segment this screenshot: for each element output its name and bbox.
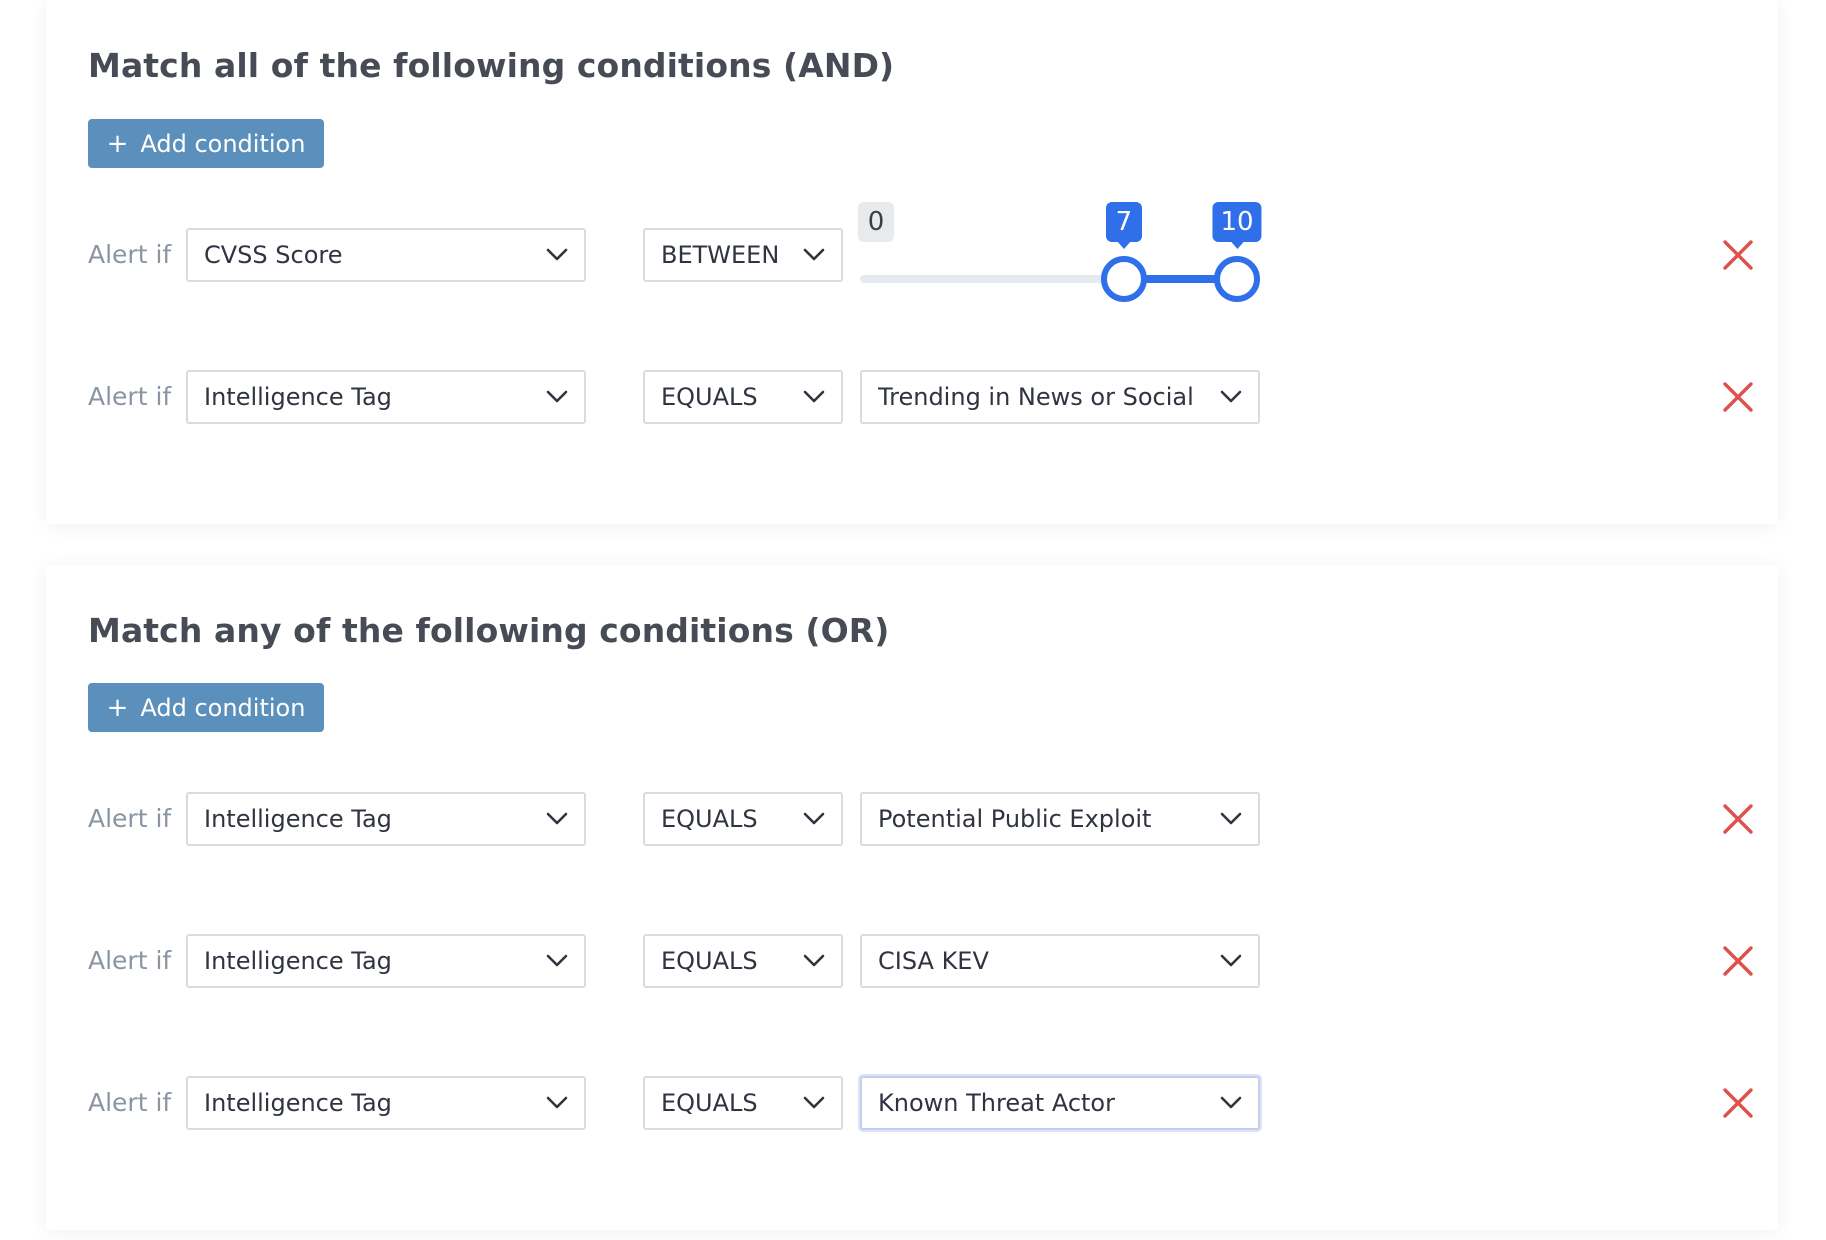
plus-icon: + xyxy=(106,128,129,159)
add-condition-button-or[interactable]: + Add condition xyxy=(88,683,324,732)
field-select-value: Intelligence Tag xyxy=(204,947,392,975)
slider-high-handle[interactable] xyxy=(1214,256,1260,302)
close-icon[interactable] xyxy=(1722,803,1754,835)
operator-select[interactable]: EQUALS xyxy=(643,792,843,846)
chevron-down-icon xyxy=(803,1096,825,1109)
field-select-value: Intelligence Tag xyxy=(204,383,392,411)
alert-if-label: Alert if xyxy=(88,804,172,833)
value-select[interactable]: CISA KEV xyxy=(860,934,1260,988)
slider-low-value-label: 7 xyxy=(1105,202,1142,249)
close-icon[interactable] xyxy=(1722,239,1754,271)
operator-select[interactable]: EQUALS xyxy=(643,1076,843,1130)
value-select-value: Trending in News or Social xyxy=(878,383,1194,411)
close-icon[interactable] xyxy=(1722,945,1754,977)
field-select[interactable]: CVSS Score xyxy=(186,228,586,282)
chevron-down-icon xyxy=(546,812,568,825)
field-select-value: Intelligence Tag xyxy=(204,805,392,833)
value-select-value: CISA KEV xyxy=(878,947,989,975)
operator-select-value: EQUALS xyxy=(661,947,758,975)
and-group-title: Match all of the following conditions (A… xyxy=(88,46,895,85)
and-conditions-card: Match all of the following conditions (A… xyxy=(46,0,1778,524)
close-icon[interactable] xyxy=(1722,1087,1754,1119)
chevron-down-icon xyxy=(546,1096,568,1109)
value-select[interactable]: Known Threat Actor xyxy=(860,1076,1260,1130)
operator-select-value: EQUALS xyxy=(661,1089,758,1117)
field-select[interactable]: Intelligence Tag xyxy=(186,370,586,424)
add-condition-label: Add condition xyxy=(140,693,306,722)
plus-icon: + xyxy=(106,692,129,723)
close-icon[interactable] xyxy=(1722,381,1754,413)
field-select[interactable]: Intelligence Tag xyxy=(186,934,586,988)
condition-row: Alert if Intelligence Tag EQUALS Potenti… xyxy=(88,792,1753,846)
alert-if-label: Alert if xyxy=(88,946,172,975)
value-select[interactable]: Potential Public Exploit xyxy=(860,792,1260,846)
chevron-down-icon xyxy=(1220,812,1242,825)
operator-select[interactable]: BETWEEN xyxy=(643,228,843,282)
alert-if-label: Alert if xyxy=(88,382,172,411)
chevron-down-icon xyxy=(1220,390,1242,403)
slider-min-label: 0 xyxy=(858,202,894,242)
add-condition-label: Add condition xyxy=(140,129,306,158)
field-select-value: CVSS Score xyxy=(204,241,343,269)
condition-row: Alert if Intelligence Tag EQUALS CISA KE… xyxy=(88,934,1753,988)
chevron-down-icon xyxy=(803,248,825,261)
operator-select-value: EQUALS xyxy=(661,805,758,833)
chevron-down-icon xyxy=(1220,954,1242,967)
value-select-value: Potential Public Exploit xyxy=(878,805,1152,833)
alert-if-label: Alert if xyxy=(88,1088,172,1117)
add-condition-button-and[interactable]: + Add condition xyxy=(88,119,324,168)
condition-row: Alert if Intelligence Tag EQUALS Trendin… xyxy=(88,370,1753,424)
or-conditions-card: Match any of the following conditions (O… xyxy=(46,565,1778,1230)
operator-select-value: BETWEEN xyxy=(661,241,780,269)
value-select-value: Known Threat Actor xyxy=(878,1089,1115,1117)
slider-high-value-label: 10 xyxy=(1212,202,1262,249)
cvss-range-slider[interactable]: 0 7 10 xyxy=(858,202,1280,302)
or-group-title: Match any of the following conditions (O… xyxy=(88,611,890,650)
alert-if-label: Alert if xyxy=(88,240,172,269)
operator-select-value: EQUALS xyxy=(661,383,758,411)
chevron-down-icon xyxy=(546,248,568,261)
condition-row-cvss: Alert if CVSS Score BETWEEN 0 7 10 xyxy=(88,202,1753,302)
field-select[interactable]: Intelligence Tag xyxy=(186,1076,586,1130)
field-select[interactable]: Intelligence Tag xyxy=(186,792,586,846)
chevron-down-icon xyxy=(546,954,568,967)
chevron-down-icon xyxy=(1220,1096,1242,1109)
chevron-down-icon xyxy=(803,954,825,967)
value-select[interactable]: Trending in News or Social xyxy=(860,370,1260,424)
operator-select[interactable]: EQUALS xyxy=(643,934,843,988)
operator-select[interactable]: EQUALS xyxy=(643,370,843,424)
slider-low-handle[interactable] xyxy=(1100,256,1147,302)
condition-row: Alert if Intelligence Tag EQUALS Known T… xyxy=(88,1076,1753,1130)
chevron-down-icon xyxy=(546,390,568,403)
chevron-down-icon xyxy=(803,390,825,403)
field-select-value: Intelligence Tag xyxy=(204,1089,392,1117)
chevron-down-icon xyxy=(803,812,825,825)
